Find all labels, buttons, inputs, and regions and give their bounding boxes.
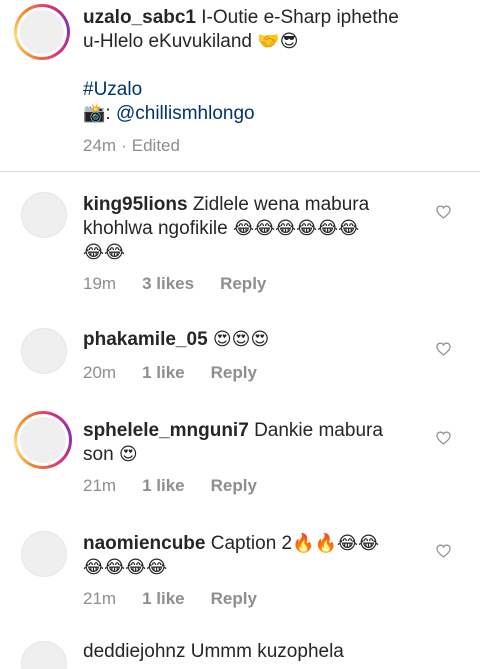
reply-button[interactable]: Reply bbox=[211, 476, 257, 496]
comment-text: Dankie mabura bbox=[254, 420, 383, 441]
comment-avatar[interactable] bbox=[14, 411, 72, 469]
caption-text-2: u-Hlelo eKuvukiland bbox=[83, 31, 252, 52]
comment-likes[interactable]: 1 like bbox=[142, 363, 185, 383]
caption-text-1: I-Outie e-Sharp iphethe bbox=[201, 7, 399, 28]
comment-likes[interactable]: 1 like bbox=[142, 589, 185, 609]
comment-avatar[interactable] bbox=[21, 328, 67, 374]
comment-username[interactable]: king95lions bbox=[83, 194, 188, 215]
caption-meta: 24m · Edited bbox=[83, 136, 180, 156]
comment-username[interactable]: naomiencube bbox=[83, 533, 205, 554]
comment-text: Caption 2 bbox=[210, 533, 293, 554]
heart-icon[interactable] bbox=[436, 431, 451, 445]
comment-time: 21m bbox=[83, 476, 117, 495]
heart-icon[interactable] bbox=[436, 205, 451, 219]
mention-link[interactable]: @chillismhlongo bbox=[116, 103, 255, 124]
heart-icon[interactable] bbox=[436, 544, 451, 558]
post-caption: uzalo_sabc1 I-Outie e-Sharp iphethe u-Hl… bbox=[0, 0, 480, 170]
caption-line-1: uzalo_sabc1 I-Outie e-Sharp iphethe bbox=[83, 6, 399, 30]
caption-divider bbox=[0, 171, 480, 172]
partial-comment: deddiejohnz Ummm kuzophela bbox=[83, 641, 344, 662]
comment-line-2: khohlwa ngofikile 😂😂😂😂😂😂 bbox=[83, 217, 359, 241]
comment-time: 19m bbox=[83, 274, 117, 293]
comment-avatar[interactable] bbox=[21, 641, 67, 669]
comment-emojis: 😍😍😍 bbox=[212, 329, 270, 350]
comment-line-3: 😂😂 bbox=[83, 241, 125, 265]
comment-text-2: son bbox=[83, 444, 114, 465]
caption-username[interactable]: uzalo_sabc1 bbox=[83, 7, 196, 28]
comment-username[interactable]: sphelele_mnguni7 bbox=[83, 420, 249, 441]
caption-time: 24m bbox=[83, 136, 117, 155]
comment-likes[interactable]: 1 like bbox=[142, 476, 185, 496]
comment-emojis-2: 😂😂 bbox=[83, 242, 126, 263]
caption-edited: Edited bbox=[131, 136, 180, 155]
comment-meta: 19m 3 likes Reply bbox=[83, 274, 266, 294]
comment-emojis-2: 😂😂😂😂 bbox=[83, 557, 168, 578]
caption-hashtag-line: #Uzalo bbox=[83, 78, 142, 102]
heart-icon[interactable] bbox=[436, 342, 451, 356]
comment-username[interactable]: phakamile_05 bbox=[83, 329, 208, 350]
comment-line-1: phakamile_05 😍😍😍 bbox=[83, 328, 269, 352]
mention-prefix: : bbox=[105, 103, 116, 124]
comment-likes[interactable]: 3 likes bbox=[142, 274, 194, 294]
reply-button[interactable]: Reply bbox=[211, 363, 257, 383]
caption-mention-line: 📸: @chillismhlongo bbox=[83, 102, 255, 126]
caption-separator: · bbox=[121, 136, 127, 155]
camera-emoji-icon: 📸 bbox=[83, 103, 106, 124]
comment-meta: 21m 1 like Reply bbox=[83, 589, 257, 609]
comment-line-1: king95lions Zidlele wena mabura bbox=[83, 193, 369, 217]
reply-button[interactable]: Reply bbox=[211, 589, 257, 609]
comment-line-2: 😂😂😂😂 bbox=[83, 556, 167, 580]
comment-line-1: naomiencube Caption 2🔥🔥😂😂 bbox=[83, 532, 379, 556]
comment-avatar[interactable] bbox=[21, 192, 67, 238]
comment-time: 21m bbox=[83, 589, 117, 608]
comment-text-2: khohlwa ngofikile bbox=[83, 218, 228, 239]
comment-meta: 21m 1 like Reply bbox=[83, 476, 257, 496]
comment-line-1: sphelele_mnguni7 Dankie mabura bbox=[83, 419, 383, 443]
comment-emojis: 😂😂😂😂😂😂 bbox=[232, 218, 360, 239]
comment-emojis: 🔥🔥😂😂 bbox=[292, 533, 379, 554]
comment-line-2: son 😍 bbox=[83, 443, 138, 467]
comment-time: 20m bbox=[83, 363, 117, 382]
reply-button[interactable]: Reply bbox=[220, 274, 266, 294]
comment-meta: 20m 1 like Reply bbox=[83, 363, 257, 383]
caption-avatar[interactable] bbox=[14, 4, 70, 60]
caption-line-2: u-Hlelo eKuvukiland 🤝😎 bbox=[83, 30, 298, 54]
hashtag-link[interactable]: #Uzalo bbox=[83, 79, 142, 100]
comment-avatar[interactable] bbox=[21, 531, 67, 577]
caption-emojis: 🤝😎 bbox=[257, 31, 299, 52]
comment-emojis: 😍 bbox=[118, 444, 138, 465]
comment-text: Zidlele wena mabura bbox=[192, 194, 370, 215]
